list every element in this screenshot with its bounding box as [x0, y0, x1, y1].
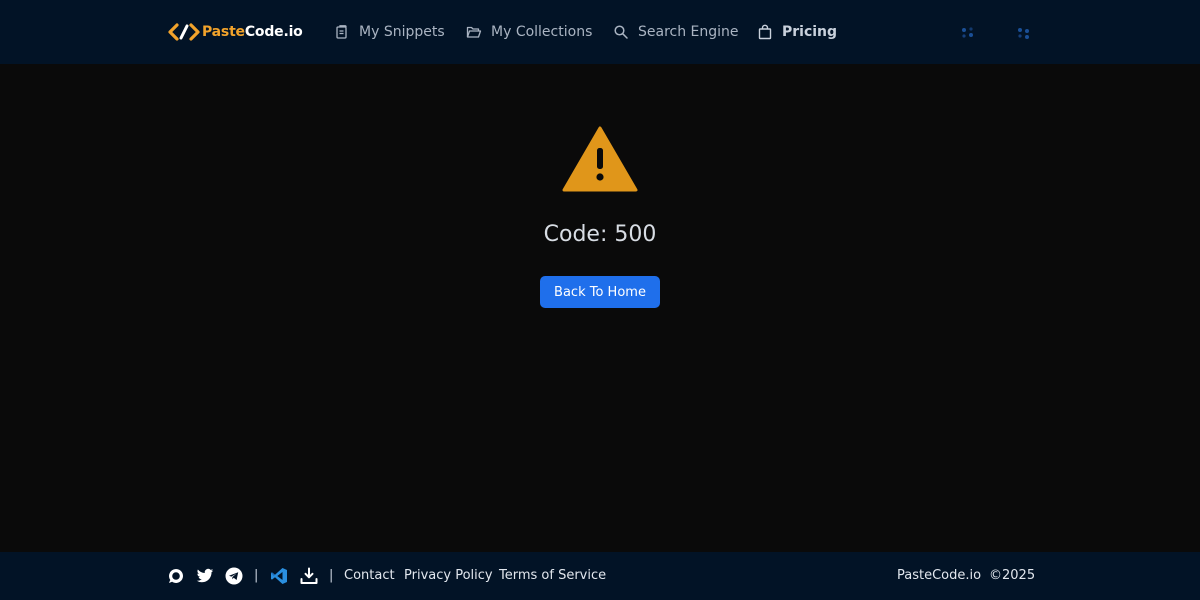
loading-dots-icon[interactable] [1015, 24, 1033, 42]
brand-name-part1: Paste [202, 24, 245, 40]
footer-link-contact[interactable]: Contact [344, 568, 395, 583]
footer-copyright: ©2025 [989, 568, 1036, 583]
footer-separator: | [329, 568, 334, 583]
top-navbar: PasteCode.io My Snippets My Collections [0, 0, 1200, 64]
back-to-home-button[interactable]: Back To Home [540, 276, 660, 308]
nav-pricing[interactable]: Pricing [757, 20, 837, 44]
shopping-bag-icon [757, 24, 782, 40]
error-code-text: Code: 500 [543, 222, 657, 247]
nav-my-snippets[interactable]: My Snippets [334, 20, 445, 44]
nav-label: Search Engine [638, 24, 739, 40]
brand-logo[interactable]: Paste Code.io [168, 20, 303, 44]
nav-search-engine[interactable]: Search Engine [613, 20, 739, 44]
discord-icon[interactable] [167, 567, 185, 585]
twitter-icon[interactable] [196, 567, 214, 585]
folder-open-icon [466, 24, 491, 40]
vscode-icon[interactable] [270, 567, 288, 585]
code-brackets-icon [168, 22, 200, 42]
telegram-icon[interactable] [225, 567, 243, 585]
nav-my-collections[interactable]: My Collections [466, 20, 592, 44]
nav-label: Pricing [782, 24, 838, 40]
page: PasteCode.io My Snippets My Collections [0, 0, 1200, 600]
error-content: Code: 500 Back To Home [0, 64, 1200, 552]
warning-triangle-icon [562, 126, 638, 194]
loading-dots-icon[interactable] [959, 24, 977, 42]
search-icon [613, 24, 638, 40]
footer-link-terms-of-service[interactable]: Terms of Service [499, 568, 606, 583]
clipboard-icon [334, 24, 359, 40]
brand-name-part2: Code.io [244, 24, 303, 40]
footer-site-name: PasteCode.io [897, 568, 982, 583]
footer: | | Contact Privacy Policy Terms of Serv… [0, 552, 1200, 600]
nav-label: My Collections [491, 24, 593, 40]
download-icon[interactable] [300, 567, 318, 585]
footer-separator: | [254, 568, 259, 583]
nav-label: My Snippets [359, 24, 445, 40]
footer-link-privacy-policy[interactable]: Privacy Policy [404, 568, 493, 583]
